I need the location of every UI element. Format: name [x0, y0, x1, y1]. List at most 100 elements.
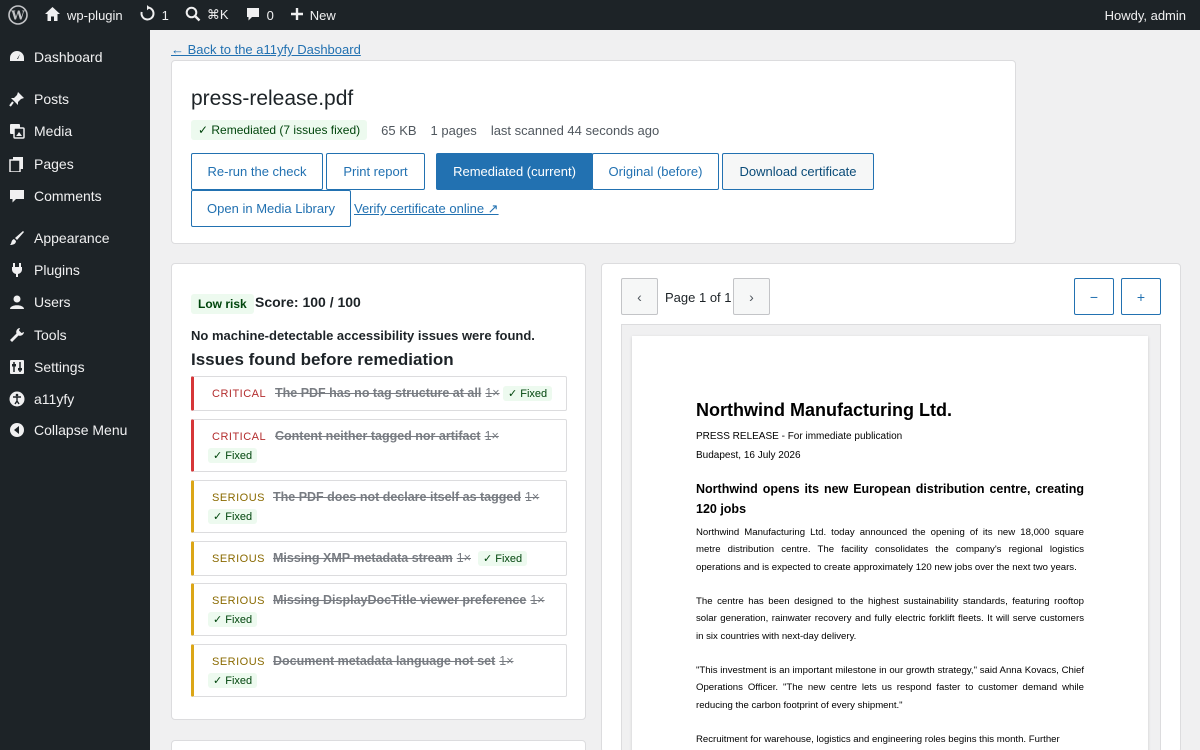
sidebar-item-a11yfy[interactable]: a11yfy: [0, 383, 150, 415]
admin-sidebar: Dashboard Posts Media Pages Comments App…: [0, 30, 150, 750]
search-link[interactable]: ⌘K: [177, 0, 237, 30]
sidebar-item-tools[interactable]: Tools: [0, 319, 150, 351]
issue-title-text: The PDF does not declare itself as tagge…: [273, 490, 521, 504]
issue-title: Content neither tagged nor artifact 1×: [275, 429, 499, 443]
settings-icon: [9, 359, 25, 375]
comments-link[interactable]: 0: [237, 0, 282, 30]
zoom-in-button[interactable]: +: [1121, 278, 1161, 315]
fixed-badge: ✓ Fixed: [208, 509, 258, 524]
sidebar-item-settings[interactable]: Settings: [0, 351, 150, 383]
sidebar-item-label: Posts: [34, 91, 70, 107]
sidebar-collapse-menu[interactable]: Collapse Menu: [0, 414, 150, 446]
issue-item: SERIOUS Document metadata language not s…: [191, 644, 567, 697]
issue-title: The PDF has no tag structure at all 1×: [275, 386, 500, 400]
doc-press-line: PRESS RELEASE - For immediate publicatio…: [696, 431, 903, 442]
users-icon: [9, 294, 25, 310]
severity-label: SERIOUS: [212, 553, 266, 565]
sidebar-item-label: Tools: [34, 327, 67, 343]
new-content-link[interactable]: New: [282, 0, 344, 30]
status-badge: ✓ Remediated (7 issues fixed): [191, 120, 368, 140]
sidebar-item-label: Collapse Menu: [34, 422, 128, 438]
issue-title-text: Document metadata language not set: [273, 654, 496, 668]
next-page-button[interactable]: ›: [733, 278, 770, 315]
sidebar-item-label: Plugins: [34, 262, 80, 278]
issue-count: 1×: [530, 593, 545, 607]
issue-count: 1×: [456, 551, 471, 565]
sidebar-item-label: Media: [34, 123, 73, 139]
doc-paragraph: The centre has been designed to the high…: [696, 596, 1084, 642]
issue-count: 1×: [485, 386, 500, 400]
sidebar-item-label: Users: [34, 294, 71, 310]
doc-paragraph: Recruitment for warehouse, logistics and…: [696, 734, 1060, 745]
sidebar-item-users[interactable]: Users: [0, 286, 150, 318]
page-indicator: Page 1 of 1: [665, 290, 732, 305]
sidebar-item-plugins[interactable]: Plugins: [0, 254, 150, 286]
fixed-badge: ✓ Fixed: [208, 448, 258, 463]
zoom-out-button[interactable]: −: [1074, 278, 1114, 315]
download-certificate-button[interactable]: Download certificate: [722, 153, 874, 190]
doc-dateline: Budapest, 16 July 2026: [696, 450, 801, 461]
sidebar-item-media[interactable]: Media: [0, 115, 150, 147]
severity-label: SERIOUS: [212, 595, 266, 607]
file-summary-card: press-release.pdf ✓ Remediated (7 issues…: [171, 60, 1016, 244]
fixed-badge: ✓ Fixed: [208, 673, 258, 688]
sidebar-item-label: Appearance: [34, 230, 110, 246]
document-page: Northwind Manufacturing Ltd. PRESS RELEA…: [632, 336, 1148, 750]
issue-title-text: Content neither tagged nor artifact: [275, 429, 481, 443]
media-icon: [9, 123, 25, 139]
accessibility-report-card: Low risk Score: 100 / 100 No machine-det…: [171, 263, 586, 720]
issue-item: SERIOUS Missing XMP metadata stream 1× ✓ …: [191, 541, 567, 576]
file-name: press-release.pdf: [191, 87, 354, 110]
accessibility-icon: [9, 391, 25, 407]
wordpress-logo-icon[interactable]: W: [0, 0, 36, 30]
pin-icon: [9, 91, 25, 107]
main-content: ← Back to the a11yfy Dashboard press-rel…: [150, 30, 1200, 750]
severity-label: CRITICAL: [212, 431, 267, 443]
issue-count: 1×: [524, 490, 540, 504]
sidebar-item-pages[interactable]: Pages: [0, 148, 150, 180]
print-report-button[interactable]: Print report: [326, 153, 425, 190]
account-menu[interactable]: Howdy, admin: [1097, 0, 1200, 30]
doc-paragraph: "This investment is an important milesto…: [696, 665, 1084, 711]
issue-item: CRITICAL Content neither tagged nor arti…: [191, 419, 567, 472]
doc-company-name: Northwind Manufacturing Ltd.: [696, 400, 952, 420]
comment-icon: [245, 6, 261, 25]
sidebar-item-dashboard[interactable]: Dashboard: [0, 41, 150, 73]
severity-label: SERIOUS: [212, 492, 266, 504]
issue-item: CRITICAL The PDF has no tag structure at…: [191, 376, 567, 411]
site-name-link[interactable]: wp-plugin: [36, 0, 131, 30]
original-version-button[interactable]: Original (before): [592, 153, 719, 190]
score: Score: 100 / 100: [255, 294, 361, 310]
plug-icon: [9, 262, 25, 278]
file-meta: ✓ Remediated (7 issues fixed) 65 KB 1 pa…: [191, 120, 673, 140]
sidebar-item-label: Pages: [34, 156, 74, 172]
dashboard-icon: [9, 49, 25, 65]
fixed-badge: ✓ Fixed: [478, 551, 528, 566]
doc-paragraph: Northwind Manufacturing Ltd. today annou…: [696, 527, 1084, 573]
last-scanned: last scanned 44 seconds ago: [490, 122, 660, 138]
issue-title: Document metadata language not set 1×: [273, 654, 514, 668]
verify-certificate-link[interactable]: Verify certificate online ↗: [354, 201, 499, 217]
page-count: 1 pages: [430, 122, 477, 138]
issue-item: SERIOUS Missing DisplayDocTitle viewer p…: [191, 583, 567, 636]
issue-title-text: Missing DisplayDocTitle viewer preferenc…: [273, 593, 527, 607]
sidebar-item-label: Comments: [34, 188, 102, 204]
rerun-check-button[interactable]: Re-run the check: [191, 153, 323, 190]
greeting: Howdy, admin: [1104, 7, 1186, 23]
sidebar-item-appearance[interactable]: Appearance: [0, 222, 150, 254]
collapse-icon: [9, 422, 25, 438]
file-size: 65 KB: [381, 122, 417, 138]
back-to-dashboard-link[interactable]: ← Back to the a11yfy Dashboard: [171, 42, 361, 57]
issue-title-text: Missing XMP metadata stream: [273, 551, 453, 565]
open-media-library-button[interactable]: Open in Media Library: [191, 190, 351, 227]
previous-page-button[interactable]: ‹: [621, 278, 658, 315]
updates-link[interactable]: 1: [131, 0, 177, 30]
preview-viewport[interactable]: Northwind Manufacturing Ltd. PRESS RELEA…: [621, 324, 1161, 750]
sidebar-item-comments[interactable]: Comments: [0, 180, 150, 212]
issue-title: Missing XMP metadata stream 1×: [273, 551, 471, 565]
svg-text:W: W: [10, 9, 25, 23]
remediated-version-button[interactable]: Remediated (current): [436, 153, 593, 190]
home-icon: [44, 6, 61, 25]
site-name: wp-plugin: [67, 7, 123, 23]
sidebar-item-posts[interactable]: Posts: [0, 83, 150, 115]
